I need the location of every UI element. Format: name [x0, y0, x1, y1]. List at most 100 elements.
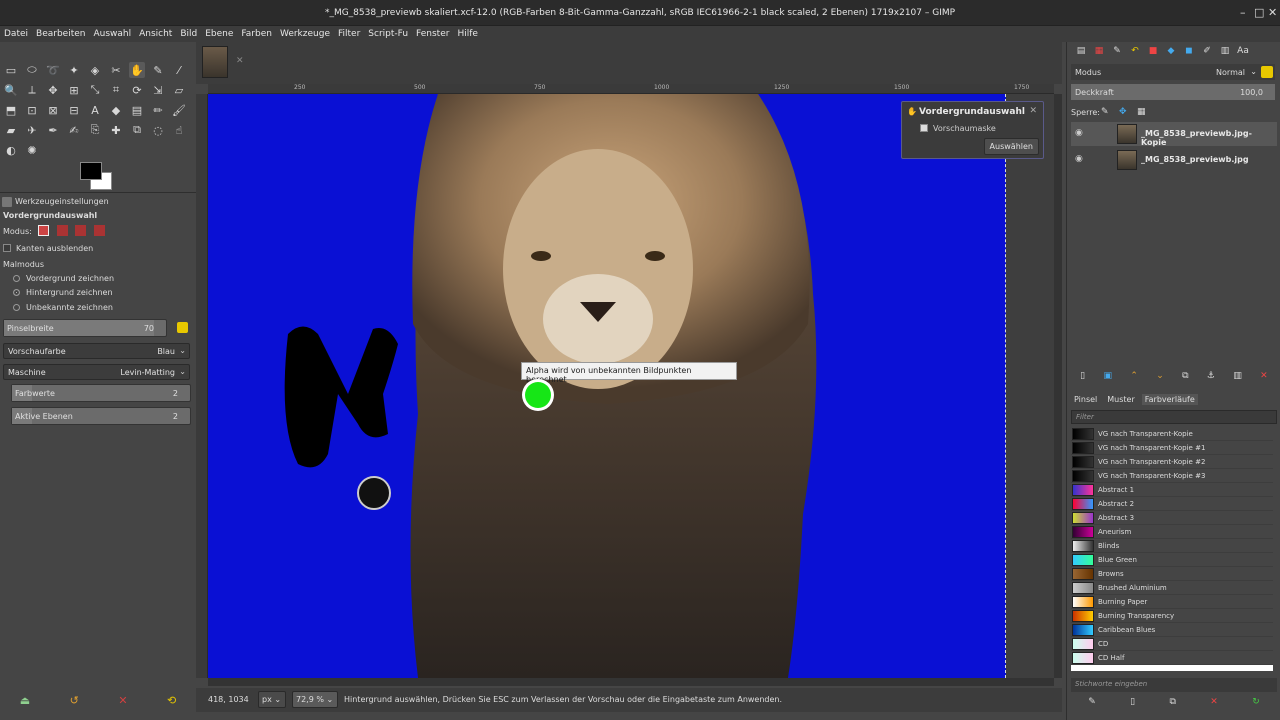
color-picker-icon[interactable]: ⁄: [171, 62, 187, 78]
tab-patterns[interactable]: Muster: [1104, 394, 1138, 405]
menu-script-fu[interactable]: Script-Fu: [368, 29, 408, 39]
brushes-tab-icon[interactable]: ◆: [1163, 44, 1179, 58]
list-item[interactable]: Burning Paper: [1071, 595, 1273, 609]
zoom-icon[interactable]: 🔍: [3, 82, 19, 98]
list-item[interactable]: VG nach Transparent-Kopie #3: [1071, 469, 1273, 483]
lower-layer-icon[interactable]: ⌄: [1156, 371, 1164, 381]
text-icon[interactable]: A: [87, 102, 103, 118]
horizontal-scrollbar[interactable]: [208, 678, 1054, 686]
list-item[interactable]: Abstract 2: [1071, 497, 1273, 511]
anchor-layer-icon[interactable]: ⚓: [1207, 371, 1215, 381]
unit-select[interactable]: px ⌄: [258, 691, 286, 708]
crop-icon[interactable]: ⌗: [108, 82, 124, 98]
vertical-scrollbar[interactable]: [1054, 94, 1062, 678]
menu-ansicht[interactable]: Ansicht: [139, 29, 172, 39]
perspective-clone-icon[interactable]: ⧉: [129, 122, 145, 138]
brush-size-reset-icon[interactable]: [177, 322, 188, 333]
mode-replace-icon[interactable]: [38, 225, 50, 236]
save-options-icon[interactable]: ⏏: [20, 694, 30, 707]
list-item[interactable]: Abstract 3: [1071, 511, 1273, 525]
restore-options-icon[interactable]: ↺: [70, 694, 79, 707]
tab-brushes[interactable]: Pinsel: [1071, 394, 1100, 405]
palette-tab-icon[interactable]: ▥: [1217, 44, 1233, 58]
dodge-burn-icon[interactable]: ◐: [3, 142, 19, 158]
perspective-icon[interactable]: ⬒: [3, 102, 19, 118]
cage-icon[interactable]: ⊟: [66, 102, 82, 118]
handle-transform-icon[interactable]: ⊠: [45, 102, 61, 118]
colors-tab-icon[interactable]: ■: [1145, 44, 1161, 58]
fuzzy-select-icon[interactable]: ✦: [66, 62, 82, 78]
radio-foreground-row[interactable]: Vordergrund zeichnen: [13, 274, 114, 283]
hide-edges-checkbox[interactable]: [3, 244, 11, 252]
delete-layer-icon[interactable]: ✕: [1260, 371, 1268, 381]
list-item[interactable]: Browns: [1071, 567, 1273, 581]
list-item[interactable]: VG nach Transparent-Kopie: [1071, 427, 1273, 441]
new-gradient-icon[interactable]: ▯: [1130, 697, 1135, 707]
list-item[interactable]: VG nach Transparent-Kopie #1: [1071, 441, 1273, 455]
new-layer-icon[interactable]: ▯: [1080, 371, 1085, 381]
preview-color-select[interactable]: Vorschaufarbe Blau ⌄: [3, 343, 190, 359]
mode-add-icon[interactable]: [56, 225, 68, 236]
menu-bild[interactable]: Bild: [180, 29, 197, 39]
list-item[interactable]: Blinds: [1071, 539, 1273, 553]
scale-icon[interactable]: ⇲: [150, 82, 166, 98]
refresh-gradients-icon[interactable]: ↻: [1252, 697, 1260, 707]
layer-row[interactable]: ◉ _MG_8538_previewb.jpg-Kopie: [1071, 122, 1277, 147]
close-tab-icon[interactable]: ✕: [236, 56, 244, 66]
move-icon[interactable]: ✥: [45, 82, 61, 98]
color-select-icon[interactable]: ◈: [87, 62, 103, 78]
radio-unknown-row[interactable]: Unbekannte zeichnen: [13, 303, 113, 312]
gradient-list[interactable]: VG nach Transparent-Kopie VG nach Transp…: [1071, 427, 1273, 671]
list-item[interactable]: CD Half: [1071, 651, 1273, 665]
mode-intersect-icon[interactable]: [94, 225, 105, 236]
duplicate-gradient-icon[interactable]: ⧉: [1169, 697, 1175, 707]
clone-icon[interactable]: ⎘: [87, 122, 103, 138]
menu-hilfe[interactable]: Hilfe: [457, 29, 477, 39]
levels-spinner[interactable]: Farbwerte 2: [11, 384, 191, 402]
list-item[interactable]: Abstract 1: [1071, 483, 1273, 497]
list-item[interactable]: Brushed Aluminium: [1071, 581, 1273, 595]
lock-pixels-icon[interactable]: ✎: [1101, 107, 1109, 117]
brush-size-spinner[interactable]: Pinselbreite 70: [3, 319, 167, 337]
mypaint-brush-icon[interactable]: ✍: [66, 122, 82, 138]
list-item[interactable]: VG nach Transparent-Kopie #2: [1071, 455, 1273, 469]
preview-mask-row[interactable]: Vorschaumaske: [920, 124, 996, 133]
mask-layer-icon[interactable]: ▥: [1233, 371, 1242, 381]
foreground-select-icon[interactable]: ✋: [129, 62, 145, 78]
active-levels-spinner[interactable]: Aktive Ebenen 2: [11, 407, 191, 425]
menu-filter[interactable]: Filter: [338, 29, 360, 39]
rotate-icon[interactable]: ⟳: [129, 82, 145, 98]
eraser-icon[interactable]: ▰: [3, 122, 19, 138]
eye-icon[interactable]: ◉: [1075, 154, 1083, 164]
hide-edges-row[interactable]: Kanten ausblenden: [3, 244, 93, 253]
gradient-icon[interactable]: ▤: [129, 102, 145, 118]
minimize-icon[interactable]: –: [1240, 6, 1246, 19]
list-item[interactable]: Caribbean Blues: [1071, 623, 1273, 637]
layers-tab-icon[interactable]: ▤: [1073, 44, 1089, 58]
lock-alpha-icon[interactable]: ▦: [1137, 107, 1146, 117]
radio-background[interactable]: [13, 289, 20, 296]
ellipse-select-icon[interactable]: ⬭: [24, 62, 40, 78]
align-icon[interactable]: ⊞: [66, 82, 82, 98]
foreground-color-swatch[interactable]: [80, 162, 102, 180]
paths-icon[interactable]: ✎: [150, 62, 166, 78]
preview-mask-checkbox[interactable]: [920, 124, 928, 132]
layer-mode-select[interactable]: Modus Normal ⌄: [1071, 64, 1275, 80]
image-tab-thumbnail[interactable]: [202, 46, 228, 78]
airbrush-icon[interactable]: ✈: [24, 122, 40, 138]
measure-icon[interactable]: ⟂: [24, 82, 40, 98]
list-item[interactable]: CD: [1071, 637, 1273, 651]
tool-options-tab[interactable]: Werkzeugeinstellungen: [2, 195, 109, 208]
delete-gradient-icon[interactable]: ✕: [1210, 697, 1218, 707]
rect-select-icon[interactable]: ▭: [3, 62, 19, 78]
layer-row[interactable]: ◉ _MG_8538_previewb.jpg: [1071, 148, 1277, 172]
smudge-icon[interactable]: ☝: [171, 122, 187, 138]
zoom-select[interactable]: 72,9 % ⌄: [292, 691, 338, 708]
list-item[interactable]: Blue Green: [1071, 553, 1273, 567]
image-canvas[interactable]: [208, 94, 1006, 678]
warp-icon[interactable]: ✺: [24, 142, 40, 158]
list-item[interactable]: Burning Transparency: [1071, 609, 1273, 623]
maximize-icon[interactable]: □: [1254, 6, 1264, 19]
paintbrush-icon[interactable]: 🖌: [171, 102, 187, 118]
fonts-tab-icon[interactable]: ✐: [1199, 44, 1215, 58]
